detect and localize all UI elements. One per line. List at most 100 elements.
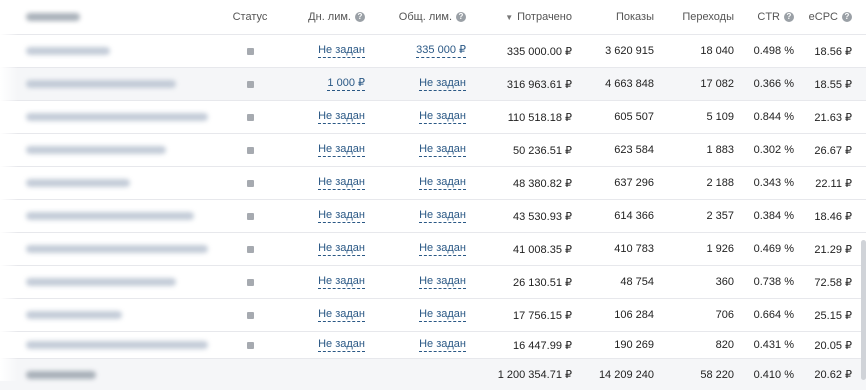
daily-limit-link[interactable]: Не задан	[318, 242, 365, 256]
header-daily-limit[interactable]: Дн. лим. ?	[285, 0, 365, 34]
help-icon[interactable]: ?	[842, 12, 852, 22]
total-limit-link[interactable]: Не задан	[419, 338, 466, 352]
status-icon	[246, 80, 254, 88]
status-icon	[246, 47, 254, 55]
header-status[interactable]: Статус	[225, 0, 275, 34]
clicks-value: 5 109	[706, 111, 734, 123]
campaign-name-blurred[interactable]	[26, 113, 208, 121]
campaign-name-blurred[interactable]	[26, 311, 122, 319]
campaign-name[interactable]	[26, 233, 216, 265]
total-limit-link[interactable]: Не задан	[419, 242, 466, 256]
spent-value: 26 130.51 ₽	[513, 276, 572, 289]
daily-limit-link[interactable]: Не задан	[318, 110, 365, 124]
status-icon	[246, 245, 254, 253]
header-status-label: Статус	[232, 11, 268, 23]
total-limit-link[interactable]: Не задан	[419, 143, 466, 157]
total-shows: 14 209 240	[598, 368, 654, 381]
status-cell	[225, 200, 275, 232]
ctr-value: 0.498 %	[753, 45, 794, 57]
shows-value: 614 366	[614, 210, 654, 222]
table-row[interactable]: Не задан Не задан 48 380.82 ₽ 637 296 2 …	[0, 167, 866, 200]
left-fade-overlay	[0, 0, 18, 381]
campaign-name[interactable]	[26, 266, 216, 298]
ctr-value: 0.302 %	[753, 144, 794, 156]
ctr-value: 0.664 %	[753, 309, 794, 321]
total-limit-link[interactable]: Не задан	[419, 176, 466, 190]
ecpc-value: 72.58 ₽	[814, 276, 852, 289]
total-limit-link[interactable]: Не задан	[419, 308, 466, 322]
help-icon[interactable]: ?	[456, 12, 466, 22]
ecpc-value: 18.46 ₽	[814, 210, 852, 223]
campaign-name[interactable]	[26, 299, 216, 331]
campaign-name[interactable]	[26, 167, 216, 199]
table-row[interactable]: Не задан Не задан 26 130.51 ₽ 48 754 360…	[0, 266, 866, 299]
table-row[interactable]: Не задан Не задан 50 236.51 ₽ 623 584 1 …	[0, 134, 866, 167]
table-row[interactable]: Не задан Не задан 16 447.99 ₽ 190 269 82…	[0, 332, 866, 359]
campaign-name-blurred[interactable]	[26, 146, 166, 154]
clicks-value: 18 040	[700, 45, 734, 57]
total-ctr: 0.410 %	[753, 368, 794, 381]
clicks-value: 360	[715, 276, 734, 288]
clicks-value: 17 082	[700, 78, 734, 90]
table-header: Статус Дн. лим. ? Общ. лим. ? ▼ Потрачен…	[0, 0, 866, 35]
total-limit-link[interactable]: Не задан	[419, 209, 466, 223]
header-total-limit[interactable]: Общ. лим. ?	[380, 0, 466, 34]
header-ctr-label: CTR	[757, 11, 780, 23]
header-clicks[interactable]: Переходы	[660, 0, 734, 34]
campaign-name-blurred[interactable]	[26, 341, 208, 349]
header-name-blurred	[26, 13, 80, 21]
campaign-name-blurred[interactable]	[26, 47, 110, 55]
total-spent: 1 200 354.71 ₽	[497, 369, 572, 381]
vertical-scrollbar[interactable]	[861, 240, 866, 380]
daily-limit-link[interactable]: Не задан	[318, 275, 365, 289]
ecpc-value: 21.63 ₽	[814, 111, 852, 124]
table-row[interactable]: Не задан Не задан 17 756.15 ₽ 106 284 70…	[0, 299, 866, 332]
campaign-name-blurred[interactable]	[26, 179, 130, 187]
help-icon[interactable]: ?	[784, 12, 794, 22]
status-cell	[225, 332, 275, 358]
campaign-name-blurred[interactable]	[26, 245, 208, 253]
campaign-name-blurred[interactable]	[26, 278, 176, 286]
campaign-name[interactable]	[26, 35, 216, 67]
daily-limit-link[interactable]: Не задан	[318, 209, 365, 223]
campaign-name[interactable]	[26, 134, 216, 166]
campaign-name[interactable]	[26, 68, 216, 100]
header-name[interactable]	[26, 0, 216, 34]
table-row[interactable]: Не задан 335 000 ₽ 335 000.00 ₽ 3 620 91…	[0, 35, 866, 68]
total-limit-link[interactable]: Не задан	[419, 275, 466, 289]
header-spent[interactable]: ▼ Потрачено	[476, 0, 572, 34]
shows-value: 637 296	[614, 177, 654, 189]
help-icon[interactable]: ?	[355, 12, 365, 22]
campaign-name[interactable]	[26, 332, 216, 358]
status-icon	[246, 212, 254, 220]
ctr-value: 0.384 %	[753, 210, 794, 222]
table-row[interactable]: 1 000 ₽ Не задан 316 963.61 ₽ 4 663 848 …	[0, 68, 866, 101]
total-limit-link[interactable]: 335 000 ₽	[416, 44, 466, 58]
daily-limit-link[interactable]: Не задан	[318, 176, 365, 190]
table-row[interactable]: Не задан Не задан 41 008.35 ₽ 410 783 1 …	[0, 233, 866, 266]
daily-limit-link[interactable]: 1 000 ₽	[327, 77, 365, 91]
total-limit-link[interactable]: Не задан	[419, 77, 466, 91]
daily-limit-link[interactable]: Не задан	[318, 143, 365, 157]
campaign-name[interactable]	[26, 101, 216, 133]
daily-limit-link[interactable]: Не задан	[318, 338, 365, 352]
table-row[interactable]: Не задан Не задан 43 530.93 ₽ 614 366 2 …	[0, 200, 866, 233]
sort-down-icon: ▼	[505, 12, 514, 22]
spent-value: 335 000.00 ₽	[506, 45, 572, 58]
campaign-name-blurred[interactable]	[26, 212, 194, 220]
campaign-name[interactable]	[26, 200, 216, 232]
total-limit-link[interactable]: Не задан	[419, 110, 466, 124]
status-icon	[246, 113, 254, 121]
header-spent-label: Потрачено	[517, 11, 572, 23]
campaign-name-blurred[interactable]	[26, 80, 176, 88]
status-cell	[225, 35, 275, 67]
header-ctr[interactable]: CTR ?	[742, 0, 794, 34]
header-shows[interactable]: Показы	[580, 0, 654, 34]
header-ecpc[interactable]: eCPC ?	[800, 0, 852, 34]
daily-limit-link[interactable]: Не задан	[318, 308, 365, 322]
table-row[interactable]: Не задан Не задан 110 518.18 ₽ 605 507 5…	[0, 101, 866, 134]
shows-value: 3 620 915	[605, 45, 654, 57]
ctr-value: 0.844 %	[753, 111, 794, 123]
daily-limit-link[interactable]: Не задан	[318, 44, 365, 58]
header-ecpc-label: eCPC	[808, 11, 838, 23]
